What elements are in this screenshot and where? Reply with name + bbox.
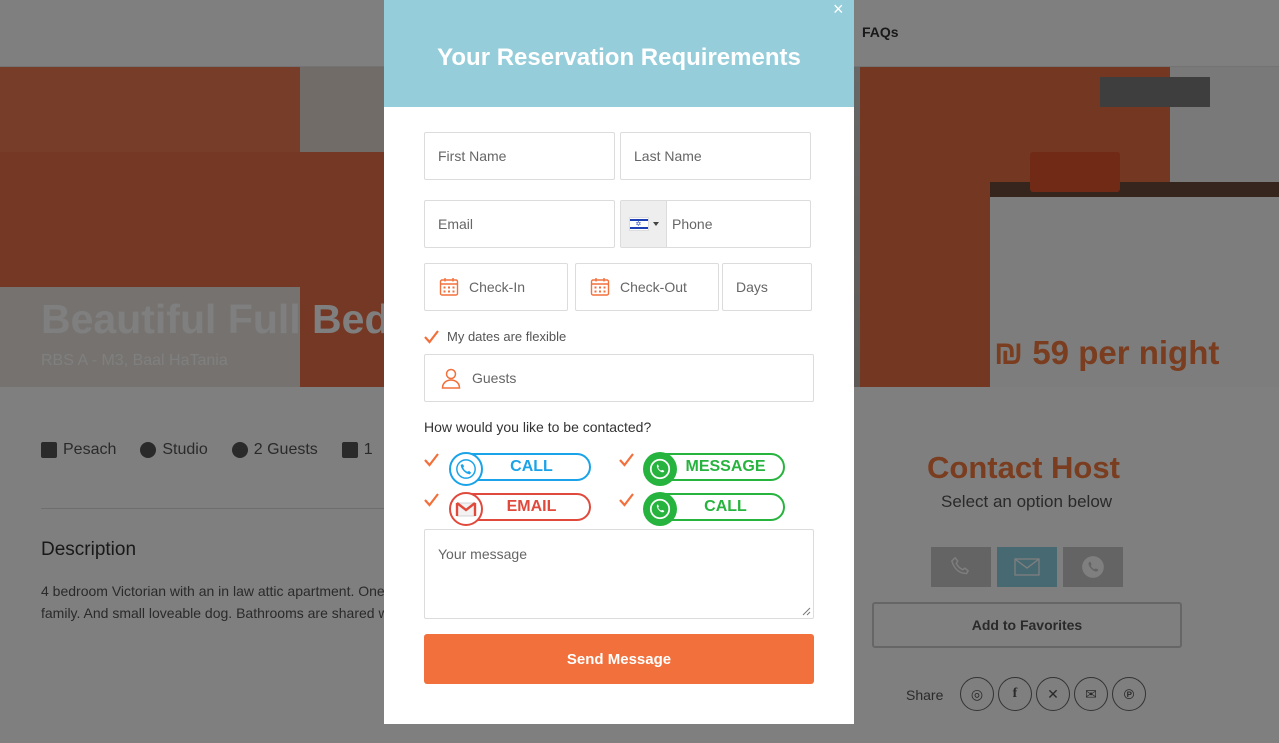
contact-option-whatsapp-message[interactable]: MESSAGE (643, 452, 785, 486)
send-message-button[interactable]: Send Message (424, 634, 814, 684)
checkin-field[interactable]: Check-In (424, 263, 568, 311)
contact-option-email[interactable]: EMAIL (449, 492, 591, 526)
message-placeholder: Your message (438, 546, 527, 562)
chevron-down-icon (652, 222, 659, 226)
contact-option-call[interactable]: CALL (449, 452, 591, 486)
contact-option-label: EMAIL (506, 498, 557, 515)
flexible-dates-checkbox[interactable] (424, 330, 439, 344)
message-textarea[interactable]: Your message (424, 529, 814, 619)
days-placeholder: Days (736, 279, 768, 295)
contact-call-checkbox[interactable] (424, 453, 439, 467)
user-icon (441, 368, 461, 389)
contact-method-question: How would you like to be contacted? (424, 419, 652, 435)
email-placeholder: Email (438, 216, 474, 232)
contact-whatsapp-call-checkbox[interactable] (619, 493, 634, 507)
first-name-field[interactable]: First Name (424, 132, 615, 180)
guests-field[interactable]: Guests (424, 354, 814, 402)
phone-field[interactable]: ✡ Phone (620, 200, 811, 248)
contact-message-checkbox[interactable] (619, 453, 634, 467)
modal-header: Your Reservation Requirements × (384, 0, 854, 107)
contact-option-label: CALL (704, 498, 747, 515)
modal-title: Your Reservation Requirements (437, 44, 801, 71)
days-field[interactable]: Days (722, 263, 812, 311)
contact-option-label: MESSAGE (685, 458, 766, 475)
israel-flag-icon: ✡ (628, 217, 649, 231)
last-name-placeholder: Last Name (634, 148, 702, 164)
checkin-placeholder: Check-In (469, 279, 526, 295)
email-field[interactable]: Email (424, 200, 615, 248)
phone-placeholder: Phone (672, 216, 713, 232)
checkout-field[interactable]: Check-Out (575, 263, 719, 311)
flexible-dates-label: My dates are flexible (447, 329, 567, 344)
checkout-placeholder: Check-Out (620, 279, 687, 295)
country-select[interactable]: ✡ (621, 201, 667, 247)
contact-email-checkbox[interactable] (424, 493, 439, 507)
last-name-field[interactable]: Last Name (620, 132, 811, 180)
guests-placeholder: Guests (472, 370, 517, 386)
contact-option-label: CALL (510, 458, 553, 475)
contact-option-whatsapp-call[interactable]: CALL (643, 492, 785, 526)
calendar-icon (439, 278, 459, 296)
resize-handle-icon[interactable] (802, 607, 811, 616)
close-icon[interactable]: × (833, 0, 844, 20)
calendar-icon (590, 278, 610, 296)
first-name-placeholder: First Name (438, 148, 507, 164)
